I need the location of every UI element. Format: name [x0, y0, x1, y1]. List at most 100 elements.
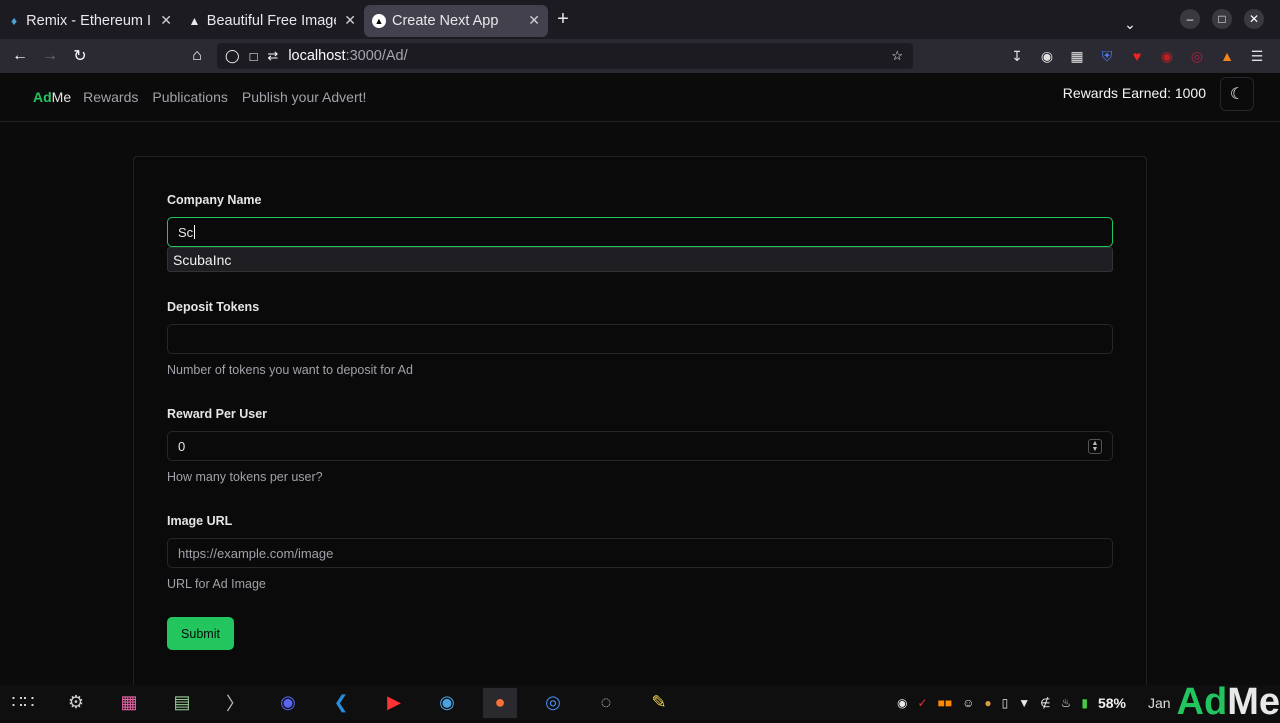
back-icon[interactable]: ←: [5, 41, 35, 71]
extension-red-icon[interactable]: ♥: [1122, 41, 1152, 71]
accessibility-icon[interactable]: ☺: [962, 696, 974, 710]
tab-title: Remix - Ethereum IDE: [26, 12, 152, 29]
close-tab-icon[interactable]: ✕: [344, 12, 356, 29]
rog-icon[interactable]: ✓: [918, 696, 928, 710]
close-tab-icon[interactable]: ✕: [160, 12, 172, 29]
wifi-icon[interactable]: ▼: [1018, 696, 1030, 710]
page-info-icon[interactable]: □: [250, 49, 258, 64]
account-icon[interactable]: ◉: [1032, 41, 1062, 71]
maximize-button[interactable]: □: [1212, 9, 1232, 29]
deposit-tokens-field: Deposit Tokens Number of tokens you want…: [167, 300, 1113, 377]
reward-per-user-label: Reward Per User: [167, 407, 268, 421]
minimize-button[interactable]: –: [1180, 9, 1200, 29]
tab-title: Create Next App: [392, 12, 499, 29]
terminal-icon[interactable]: 〉: [218, 688, 252, 718]
reward-per-user-help: How many tokens per user?: [167, 470, 323, 484]
vpn-icon[interactable]: ◉: [897, 696, 907, 710]
reward-per-user-field: Reward Per User 0 ▲ ▼ How many tokens per…: [167, 407, 1113, 484]
reward-per-user-input[interactable]: 0 ▲ ▼: [167, 431, 1113, 461]
company-name-value: Sc: [178, 224, 194, 240]
file-manager-icon[interactable]: ▤: [165, 688, 199, 718]
theme-toggle-button[interactable]: ☾: [1220, 77, 1254, 111]
autocomplete-suggestion[interactable]: ScubaInc: [167, 247, 1113, 272]
brand-ad: Ad: [33, 89, 52, 105]
tab-create-next-app[interactable]: ▲ Create Next App ✕: [364, 4, 548, 37]
submit-button[interactable]: Submit: [167, 617, 234, 650]
image-url-label: Image URL: [167, 514, 233, 528]
rewards-earned: Rewards Earned: 1000: [1062, 85, 1206, 101]
obs-icon[interactable]: ◌: [589, 688, 623, 718]
app-grid-icon[interactable]: ∷∷: [6, 688, 40, 718]
shield-icon[interactable]: ◯: [225, 48, 240, 64]
page-content: AdMe Rewards Publications Publish your A…: [0, 73, 1280, 696]
number-spinner-icon[interactable]: ▲ ▼: [1088, 439, 1102, 454]
bitwarden-icon[interactable]: ⛨: [1092, 41, 1122, 71]
volume-icon[interactable]: ♨: [1061, 696, 1072, 710]
close-tab-icon[interactable]: ✕: [528, 12, 540, 29]
nav-publish-advert[interactable]: Publish your Advert!: [242, 89, 367, 105]
url-host: localhost: [288, 48, 346, 64]
remix-icon: ♦: [11, 13, 18, 28]
watermark-ad: Ad: [1176, 681, 1228, 723]
company-name-field: Company Name Sc ScubaInc: [167, 193, 1113, 272]
nextjs-icon: ▲: [372, 13, 386, 28]
vscode-icon[interactable]: ❮: [324, 688, 358, 718]
nav-rewards[interactable]: Rewards: [83, 89, 138, 105]
watermark-me: Me: [1227, 681, 1280, 723]
ublock-icon[interactable]: ◉: [1152, 41, 1182, 71]
permissions-icon[interactable]: ⇄: [267, 48, 278, 64]
firefox-icon[interactable]: ●: [483, 687, 517, 718]
reward-per-user-value: 0: [178, 438, 186, 454]
discord-icon[interactable]: ◉: [271, 688, 305, 718]
bookmark-star-icon[interactable]: ☆: [891, 48, 903, 64]
metamask-icon[interactable]: ▲: [1212, 41, 1242, 71]
tab-title: Beautiful Free Images: [206, 12, 337, 29]
battery-icon[interactable]: ▮: [1081, 696, 1088, 710]
company-name-label: Company Name: [167, 193, 262, 207]
bluetooth-icon[interactable]: ∉: [1040, 696, 1050, 710]
new-tab-button[interactable]: +: [548, 5, 578, 35]
tab-remix[interactable]: ♦ Remix - Ethereum IDE ✕: [0, 5, 180, 37]
list-tabs-icon[interactable]: ⌄: [1120, 9, 1140, 39]
software-store-icon[interactable]: ▦: [112, 688, 146, 718]
image-url-help: URL for Ad Image: [167, 577, 266, 591]
notes-icon[interactable]: ✎: [642, 688, 676, 718]
screen-record-icon[interactable]: ■■: [938, 696, 953, 710]
image-url-placeholder: https://example.com/image: [178, 545, 334, 561]
tab-unsplash[interactable]: ▲ Beautiful Free Images ✕: [180, 5, 364, 37]
unsplash-icon: ▲: [188, 13, 201, 28]
deposit-tokens-label: Deposit Tokens: [167, 300, 260, 314]
settings-gear-icon[interactable]: ⚙: [59, 688, 93, 718]
close-window-button[interactable]: ✕: [1244, 9, 1264, 29]
clock-date[interactable]: Jan: [1148, 695, 1171, 711]
nav-publications[interactable]: Publications: [152, 89, 228, 105]
deposit-tokens-input[interactable]: [167, 324, 1113, 354]
chrome-icon[interactable]: ◎: [536, 688, 570, 718]
home-icon[interactable]: ⌂: [182, 41, 212, 71]
extension-pink-icon[interactable]: ◎: [1182, 41, 1212, 71]
reload-icon[interactable]: ↻: [65, 41, 95, 71]
browser-tab-bar: ♦ Remix - Ethereum IDE ✕ ▲ Beautiful Fre…: [0, 0, 1280, 39]
deposit-tokens-help: Number of tokens you want to deposit for…: [167, 363, 413, 377]
app-header: AdMe Rewards Publications Publish your A…: [0, 73, 1280, 122]
text-caret: [194, 225, 196, 239]
steam-icon[interactable]: ◉: [430, 688, 464, 718]
brand-logo[interactable]: AdMe: [33, 89, 71, 105]
forward-icon[interactable]: →: [35, 41, 65, 71]
youtube-music-icon[interactable]: ▶: [377, 688, 411, 718]
brand-me: Me: [51, 89, 72, 105]
battery-percent: 58%: [1097, 694, 1126, 711]
advert-form-card: Company Name Sc ScubaInc Deposit Tokens …: [133, 156, 1147, 696]
microphone-icon[interactable]: ●: [984, 696, 991, 710]
url-path: :3000/Ad/: [345, 48, 408, 64]
downloads-icon[interactable]: ↧: [1002, 41, 1032, 71]
toolbar-extensions: ↧ ◉ ▦ ⛨ ♥ ◉ ◎ ▲ ☰: [1002, 41, 1272, 71]
phone-icon[interactable]: ▯: [1002, 696, 1009, 710]
moon-icon: ☾: [1229, 86, 1245, 103]
address-bar[interactable]: ◯ □ ⇄ localhost :3000/Ad/ ☆: [217, 43, 913, 69]
system-tray: ◉ ✓ ■■ ☺ ● ▯ ▼ ∉ ♨ ▮ 58% Jan AdMe: [897, 683, 1280, 721]
company-name-input[interactable]: Sc: [167, 217, 1113, 247]
extensions-icon[interactable]: ▦: [1062, 41, 1092, 71]
image-url-input[interactable]: https://example.com/image: [167, 538, 1113, 568]
menu-icon[interactable]: ☰: [1242, 41, 1272, 71]
